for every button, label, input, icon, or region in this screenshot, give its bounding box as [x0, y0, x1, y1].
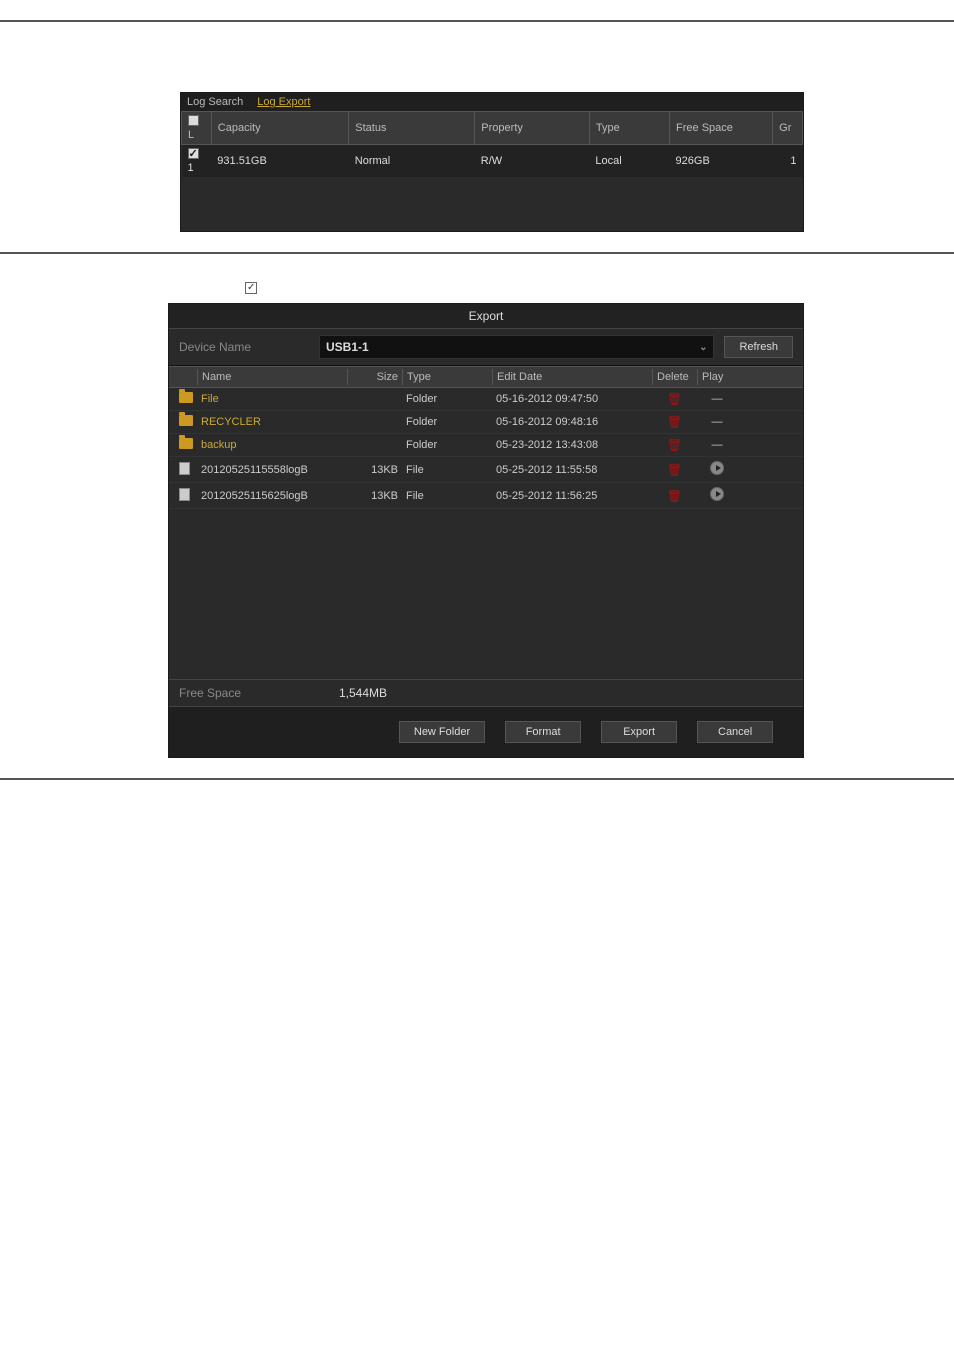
play-cell: —: [697, 414, 737, 430]
file-name: backup: [197, 437, 347, 453]
file-list-header: Name Size Type Edit Date Delete Play: [169, 366, 803, 388]
folder-icon: [175, 413, 197, 431]
device-table: L Capacity Status Property Type Free Spa…: [181, 111, 803, 177]
file-date: 05-25-2012 11:56:25: [492, 488, 652, 504]
file-size: [347, 397, 402, 401]
row-checkbox-icon[interactable]: [188, 148, 199, 159]
tab-log-export[interactable]: Log Export: [257, 96, 310, 108]
tab-bar: Log Search Log Export: [181, 93, 803, 111]
header-type: Type: [402, 369, 492, 385]
format-button[interactable]: Format: [505, 721, 581, 743]
file-name: File: [197, 391, 347, 407]
file-row[interactable]: File Folder 05-16-2012 09:47:50 🗑 —: [169, 388, 803, 411]
bottom-divider: [0, 778, 954, 780]
delete-icon[interactable]: 🗑: [652, 413, 697, 431]
header-delete: Delete: [652, 369, 697, 385]
dialog-title: Export: [169, 304, 803, 329]
empty-area: [181, 177, 803, 231]
cancel-button[interactable]: Cancel: [697, 721, 773, 743]
file-list: Name Size Type Edit Date Delete Play Fil…: [169, 366, 803, 679]
device-row[interactable]: 1 931.51GB Normal R/W Local 926GB 1: [182, 145, 803, 178]
file-row[interactable]: RECYCLER Folder 05-16-2012 09:48:16 🗑 —: [169, 411, 803, 434]
play-cell: —: [697, 437, 737, 453]
header-edit-date: Edit Date: [492, 369, 652, 385]
file-name: 20120525115558logB: [197, 462, 347, 478]
file-size: [347, 420, 402, 424]
file-type: File: [402, 488, 492, 504]
tab-log-search[interactable]: Log Search: [187, 96, 243, 108]
file-list-empty-area: [169, 509, 803, 679]
checkbox-icon[interactable]: [245, 282, 257, 294]
file-icon: [175, 460, 197, 480]
checkbox-icon: [188, 115, 199, 126]
file-name: 20120525115625logB: [197, 488, 347, 504]
free-space-row: Free Space 1,544MB: [169, 679, 803, 707]
file-row[interactable]: backup Folder 05-23-2012 13:43:08 🗑 —: [169, 434, 803, 457]
header-size: Size: [347, 369, 402, 385]
folder-icon: [175, 436, 197, 454]
select-all-header[interactable]: L: [182, 112, 212, 145]
row-type: Local: [589, 145, 669, 178]
file-name: RECYCLER: [197, 414, 347, 430]
export-button[interactable]: Export: [601, 721, 677, 743]
file-type: Folder: [402, 437, 492, 453]
file-date: 05-23-2012 13:43:08: [492, 437, 652, 453]
refresh-button[interactable]: Refresh: [724, 336, 793, 358]
button-row: New Folder Format Export Cancel: [169, 707, 803, 757]
device-select-value: USB1-1: [326, 340, 369, 354]
header-icon: [175, 375, 197, 379]
file-size: 13KB: [347, 462, 402, 478]
file-size: 13KB: [347, 488, 402, 504]
file-icon: [175, 486, 197, 506]
device-select[interactable]: USB1-1 ⌄: [319, 335, 714, 359]
play-icon[interactable]: [697, 459, 737, 480]
export-dialog: Export Device Name USB1-1 ⌄ Refresh Name…: [168, 303, 804, 758]
file-size: [347, 443, 402, 447]
play-icon[interactable]: [697, 485, 737, 506]
new-folder-button[interactable]: New Folder: [399, 721, 485, 743]
mid-divider: [0, 252, 954, 254]
header-free-space: Free Space: [670, 112, 773, 145]
file-row[interactable]: 20120525115625logB 13KB File 05-25-2012 …: [169, 483, 803, 509]
chevron-down-icon: ⌄: [699, 342, 707, 353]
header-capacity: Capacity: [211, 112, 348, 145]
folder-icon: [175, 390, 197, 408]
log-export-panel: Log Search Log Export L Capacity Status …: [180, 92, 804, 232]
free-space-value: 1,544MB: [339, 686, 387, 700]
row-status: Normal: [349, 145, 475, 178]
header-gr: Gr: [773, 112, 803, 145]
header-name: Name: [197, 369, 347, 385]
file-type: Folder: [402, 391, 492, 407]
file-type: File: [402, 462, 492, 478]
row-capacity: 931.51GB: [211, 145, 348, 178]
device-name-label: Device Name: [179, 340, 309, 354]
file-date: 05-16-2012 09:47:50: [492, 391, 652, 407]
header-type: Type: [589, 112, 669, 145]
file-type: Folder: [402, 414, 492, 430]
delete-icon[interactable]: 🗑: [652, 390, 697, 408]
row-gr: 1: [773, 145, 803, 178]
header-status: Status: [349, 112, 475, 145]
top-divider: [0, 20, 954, 22]
row-free: 926GB: [670, 145, 773, 178]
free-space-label: Free Space: [179, 686, 339, 700]
file-date: 05-25-2012 11:55:58: [492, 462, 652, 478]
file-date: 05-16-2012 09:48:16: [492, 414, 652, 430]
play-cell: —: [697, 391, 737, 407]
file-row[interactable]: 20120525115558logB 13KB File 05-25-2012 …: [169, 457, 803, 483]
header-property: Property: [475, 112, 590, 145]
delete-icon[interactable]: 🗑: [652, 461, 697, 479]
row-property: R/W: [475, 145, 590, 178]
device-header-row: L Capacity Status Property Type Free Spa…: [182, 112, 803, 145]
delete-icon[interactable]: 🗑: [652, 436, 697, 454]
device-select-row: Device Name USB1-1 ⌄ Refresh: [169, 329, 803, 366]
delete-icon[interactable]: 🗑: [652, 487, 697, 505]
header-play: Play: [697, 369, 737, 385]
row-index: 1: [188, 162, 194, 174]
checkbox-row: [245, 282, 804, 297]
